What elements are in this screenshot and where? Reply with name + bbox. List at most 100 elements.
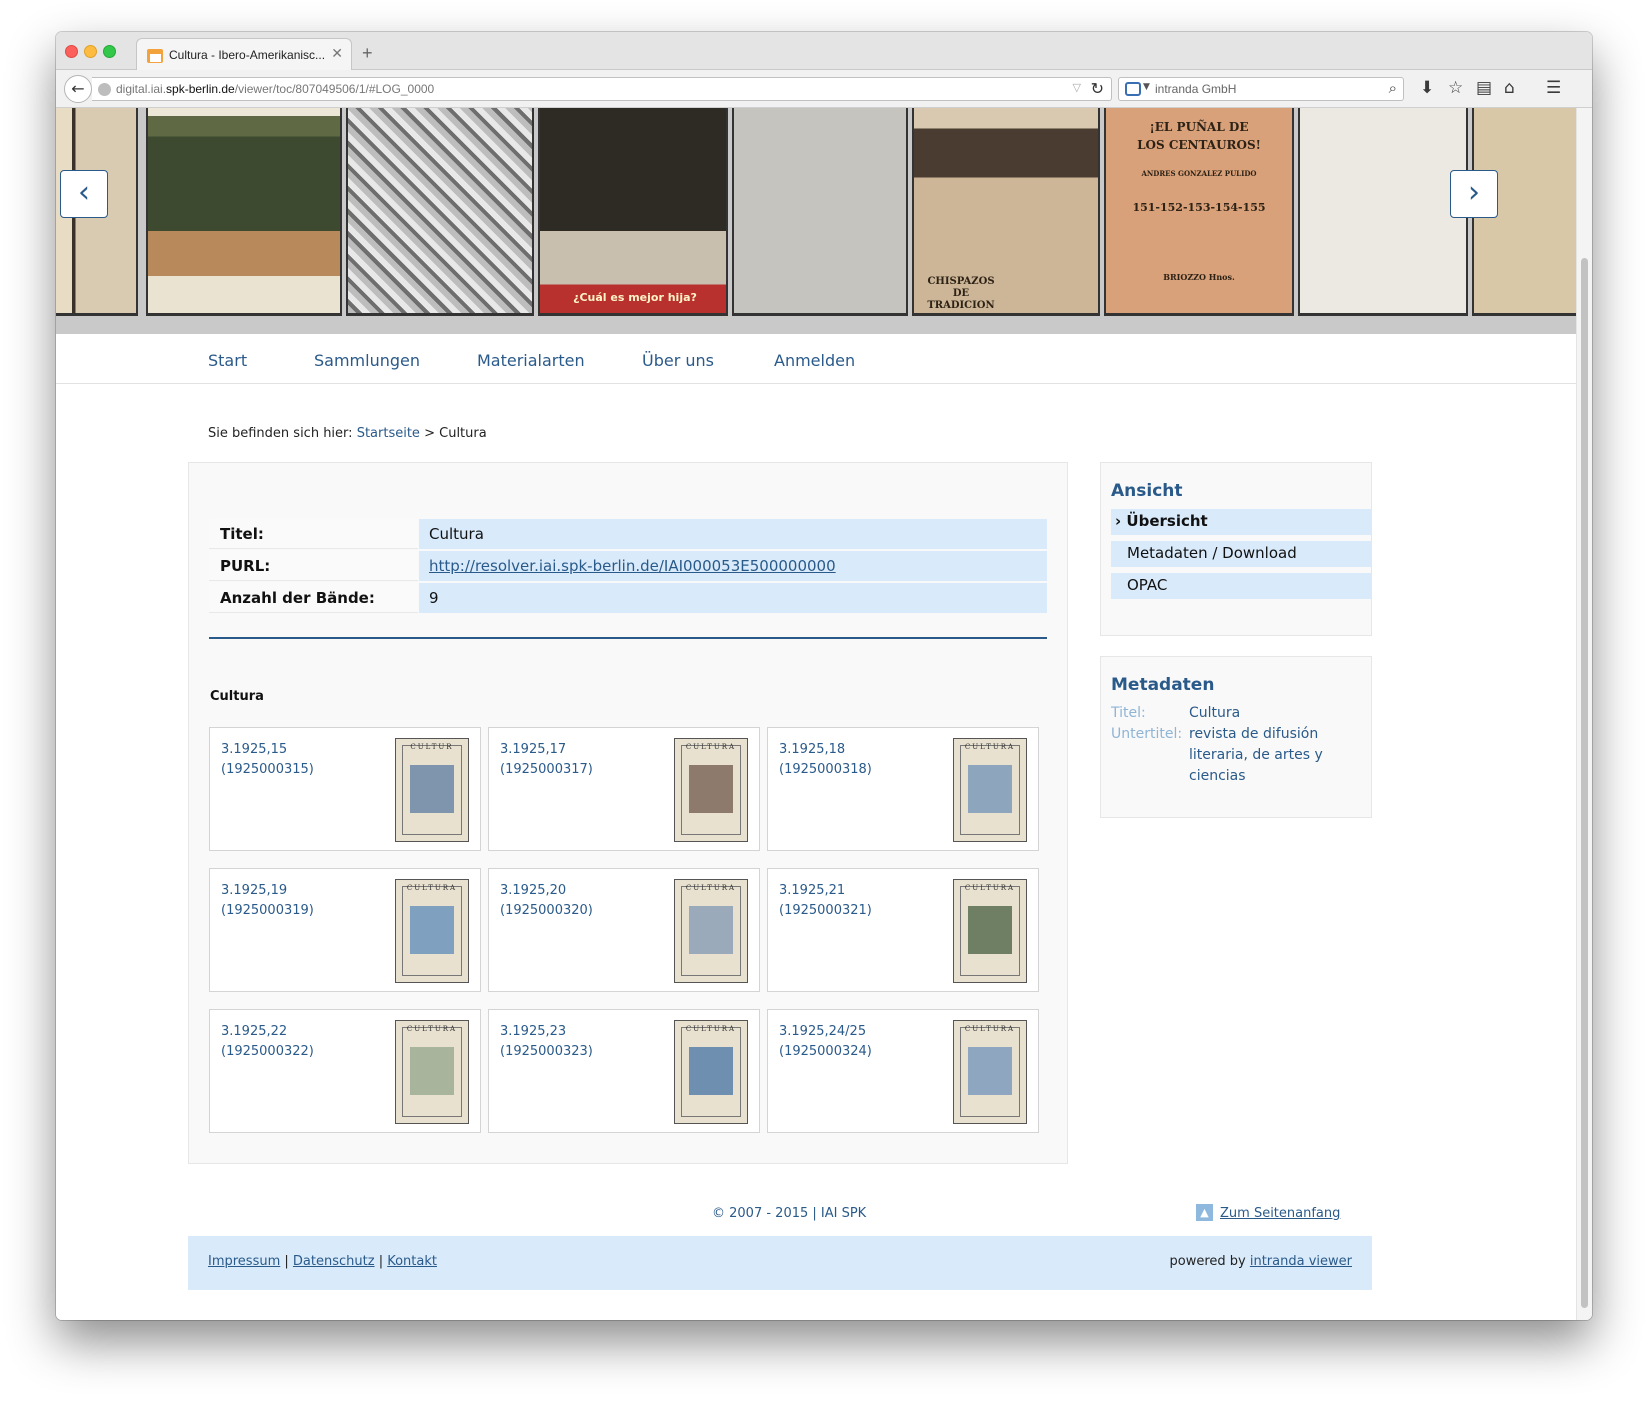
volume-cover-image[interactable]: CULTURA	[674, 879, 748, 983]
nav-item-start[interactable]: Start	[208, 351, 247, 370]
footer-link-datenschutz[interactable]: Datenschutz	[293, 1254, 375, 1269]
volume-id: (1925000315)	[221, 762, 314, 777]
carousel-thumbnail[interactable]	[346, 108, 534, 316]
volume-label[interactable]: 3.1925,24/25 (1925000324)	[779, 1022, 872, 1062]
view-item-metadaten[interactable]: Metadaten / Download	[1111, 541, 1372, 567]
page-scrollbar[interactable]	[1576, 108, 1592, 1320]
back-to-top-link[interactable]: Zum Seitenanfang	[1220, 1206, 1340, 1221]
close-window-button[interactable]	[65, 45, 78, 58]
favicon-icon	[147, 49, 163, 63]
volume-card[interactable]: 3.1925,22 (1925000322) CULTURA	[209, 1009, 481, 1133]
search-engine-dropdown-icon[interactable]: ▼	[1143, 82, 1150, 92]
bookmark-star-icon[interactable]: ☆	[1448, 78, 1463, 98]
volume-id: (1925000320)	[500, 903, 593, 918]
cover-illustration	[689, 765, 733, 813]
metadata-row-title: Titel: Cultura	[209, 519, 1047, 549]
volume-number: 3.1925,19	[221, 883, 288, 898]
volume-cover-image[interactable]: CULTURA	[674, 1020, 748, 1124]
volume-card[interactable]: 3.1925,18 (1925000318) CULTURA	[767, 727, 1039, 851]
cover-illustration	[968, 906, 1012, 954]
intranda-viewer-link[interactable]: intranda viewer	[1250, 1254, 1352, 1269]
volume-id: (1925000318)	[779, 762, 872, 777]
carousel-prev-button[interactable]: ‹	[60, 170, 108, 218]
nav-item-ueber-uns[interactable]: Über uns	[642, 351, 714, 370]
main-navigation: Start Sammlungen Materialarten Über uns …	[56, 334, 1576, 384]
title-bar: Cultura - Ibero-Amerikanisc... ✕ +	[56, 32, 1592, 71]
scrollbar-thumb[interactable]	[1581, 258, 1588, 1308]
volume-label[interactable]: 3.1925,20 (1925000320)	[500, 881, 593, 921]
volume-label[interactable]: 3.1925,17 (1925000317)	[500, 740, 593, 780]
cover-illustration	[968, 765, 1012, 813]
download-icon[interactable]: ⬇	[1420, 78, 1434, 98]
minimize-window-button[interactable]	[84, 45, 97, 58]
meta-key: Untertitel:	[1111, 726, 1183, 742]
volume-cover-image[interactable]: CULTUR	[395, 738, 469, 842]
search-input[interactable]: intranda GmbH	[1155, 82, 1236, 96]
volume-card[interactable]: 3.1925,15 (1925000315) CULTUR	[209, 727, 481, 851]
nav-item-materialarten[interactable]: Materialarten	[477, 351, 585, 370]
volume-cover-image[interactable]: CULTURA	[953, 738, 1027, 842]
carousel-next-button[interactable]: ›	[1450, 170, 1498, 218]
volume-label[interactable]: 3.1925,19 (1925000319)	[221, 881, 314, 921]
metadata-box-title: Metadaten	[1111, 675, 1215, 695]
carousel-thumbnail[interactable]	[732, 108, 908, 316]
volume-cover-image[interactable]: CULTURA	[674, 738, 748, 842]
carousel-thumbnail[interactable]	[146, 108, 342, 316]
maximize-window-button[interactable]	[103, 45, 116, 58]
nav-item-sammlungen[interactable]: Sammlungen	[314, 351, 420, 370]
volume-number: 3.1925,18	[779, 742, 846, 757]
reload-icon[interactable]: ↻	[1091, 79, 1104, 98]
web-page: ¿Cuál es mejor hija? CHISPAZOS DE TRADIC…	[56, 108, 1576, 1320]
volume-card[interactable]: 3.1925,19 (1925000319) CULTURA	[209, 868, 481, 992]
footer-links: Impressum | Datenschutz | Kontakt	[208, 1254, 437, 1269]
search-bar[interactable]: ▼ intranda GmbH ⌕	[1118, 77, 1404, 101]
footer-link-impressum[interactable]: Impressum	[208, 1254, 280, 1269]
volume-card[interactable]: 3.1925,23 (1925000323) CULTURA	[488, 1009, 760, 1133]
volume-label[interactable]: 3.1925,23 (1925000323)	[500, 1022, 593, 1062]
carousel-thumbnail[interactable]: ¡EL PUÑAL DE LOS CENTAUROS! ANDRES GONZA…	[1104, 108, 1294, 316]
browser-tab[interactable]: Cultura - Ibero-Amerikanisc... ✕	[136, 38, 352, 71]
volume-label[interactable]: 3.1925,22 (1925000322)	[221, 1022, 314, 1062]
volume-card[interactable]: 3.1925,20 (1925000320) CULTURA	[488, 868, 760, 992]
url-text[interactable]: digital.iai.spk-berlin.de/viewer/toc/807…	[116, 82, 434, 96]
cover-masthead: CULTURA	[406, 884, 458, 892]
volume-cover-image[interactable]: CULTURA	[953, 1020, 1027, 1124]
back-button[interactable]: ←	[64, 75, 92, 103]
reading-list-icon[interactable]: ▤	[1476, 78, 1492, 98]
browser-window: Cultura - Ibero-Amerikanisc... ✕ + digit…	[56, 32, 1592, 1320]
meta-value: revista de difusión literaria, de artes …	[1189, 726, 1323, 784]
nav-item-anmelden[interactable]: Anmelden	[774, 351, 855, 370]
carousel-thumbnail[interactable]	[1298, 108, 1468, 316]
carousel-thumbnail[interactable]: ¿Cuál es mejor hija?	[538, 108, 728, 316]
search-icon[interactable]: ⌕	[1389, 79, 1397, 97]
volume-cover-image[interactable]: CULTURA	[395, 879, 469, 983]
volume-cover-image[interactable]: CULTURA	[395, 1020, 469, 1124]
metadata-label: PURL:	[209, 551, 418, 581]
home-icon[interactable]: ⌂	[1504, 78, 1515, 98]
volume-card[interactable]: 3.1925,21 (1925000321) CULTURA	[767, 868, 1039, 992]
close-tab-icon[interactable]: ✕	[331, 46, 343, 62]
volume-label[interactable]: 3.1925,18 (1925000318)	[779, 740, 872, 780]
thumbnail-line-1: ¡EL PUÑAL DE	[1149, 120, 1249, 134]
footer-link-kontakt[interactable]: Kontakt	[387, 1254, 437, 1269]
thumbnail-line-3: ANDRES GONZALEZ PULIDO	[1141, 169, 1257, 178]
view-item-opac[interactable]: OPAC	[1111, 573, 1372, 599]
menu-icon[interactable]: ☰	[1546, 78, 1561, 98]
volume-card[interactable]: 3.1925,17 (1925000317) CULTURA	[488, 727, 760, 851]
volume-label[interactable]: 3.1925,21 (1925000321)	[779, 881, 872, 921]
volume-card[interactable]: 3.1925,24/25 (1925000324) CULTURA	[767, 1009, 1039, 1133]
purl-link[interactable]: http://resolver.iai.spk-berlin.de/IAI000…	[429, 557, 836, 575]
breadcrumb-home-link[interactable]: Startseite	[357, 426, 420, 441]
view-box-title: Ansicht	[1111, 481, 1183, 501]
new-tab-icon[interactable]: +	[362, 43, 373, 64]
url-dropdown-icon[interactable]: ▽	[1073, 81, 1081, 94]
address-bar[interactable]: digital.iai.spk-berlin.de/viewer/toc/807…	[92, 77, 1112, 101]
search-engine-icon[interactable]	[1125, 82, 1141, 96]
view-item-uebersicht[interactable]: › Übersicht	[1111, 509, 1372, 535]
volume-cover-image[interactable]: CULTURA	[953, 879, 1027, 983]
metadata-row-volume-count: Anzahl der Bände: 9	[209, 583, 1047, 613]
carousel-thumbnail[interactable]: CHISPAZOS DE TRADICION	[912, 108, 1100, 316]
arrow-up-icon[interactable]: ▲	[1196, 1204, 1213, 1221]
metadata-value: 9	[419, 583, 1047, 613]
volume-label[interactable]: 3.1925,15 (1925000315)	[221, 740, 314, 780]
